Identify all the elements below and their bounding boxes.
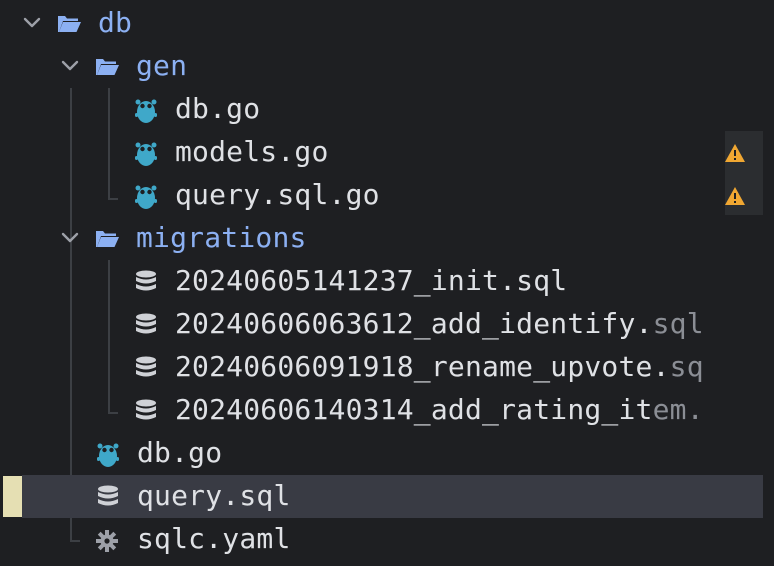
file-label: sqlc.yaml: [137, 522, 291, 555]
file-label: 20240606140314_add_rating_item.: [175, 393, 704, 426]
chevron-down-icon[interactable]: [59, 55, 81, 77]
tree-row-file[interactable]: 20240606140314_add_rating_item.: [0, 389, 763, 432]
database-icon: [95, 484, 121, 510]
file-label: query.sql: [137, 479, 291, 512]
tree-row-file[interactable]: query.sql.go: [0, 174, 763, 217]
tree-row-file[interactable]: 20240605141237_init.sql: [0, 260, 763, 303]
file-label: db.go: [137, 436, 223, 469]
folder-label-gen: gen: [136, 49, 188, 82]
gear-icon: [95, 529, 121, 555]
folder-open-icon: [94, 226, 120, 252]
tree-row-file[interactable]: db.go: [0, 88, 763, 131]
database-icon: [133, 269, 159, 295]
tree-row-file[interactable]: models.go: [0, 131, 763, 174]
selection-marker: [3, 476, 22, 517]
tree-row-file[interactable]: 20240606063612_add_identify.sql: [0, 303, 763, 346]
folder-label-db: db: [98, 6, 133, 39]
project-file-tree: db gen db.go models.go query.sql.go migr…: [0, 0, 774, 566]
gopher-icon: [133, 140, 159, 166]
file-label: query.sql.go: [175, 178, 380, 211]
tree-row-db-folder[interactable]: db: [0, 2, 763, 45]
database-icon: [133, 398, 159, 424]
file-label: 20240606063612_add_identify.sql: [175, 307, 704, 340]
file-label: db.go: [175, 92, 261, 125]
warning-icon[interactable]: [724, 186, 746, 206]
file-label: 20240605141237_init.sql: [175, 264, 568, 297]
file-label: 20240606091918_rename_upvote.sq: [175, 350, 704, 383]
warning-icon[interactable]: [724, 143, 746, 163]
tree-row-gen-folder[interactable]: gen: [0, 45, 763, 88]
tree-row-file[interactable]: 20240606091918_rename_upvote.sq: [0, 346, 763, 389]
gopher-icon: [95, 441, 121, 467]
chevron-down-icon[interactable]: [59, 227, 81, 249]
chevron-down-icon[interactable]: [21, 12, 43, 34]
database-icon: [133, 355, 159, 381]
folder-open-icon: [56, 11, 82, 37]
gopher-icon: [133, 97, 159, 123]
tree-row-migrations-folder[interactable]: migrations: [0, 217, 763, 260]
tree-row-file[interactable]: db.go: [0, 432, 763, 475]
folder-open-icon: [94, 54, 120, 80]
gopher-icon: [133, 183, 159, 209]
database-icon: [133, 312, 159, 338]
folder-label-migrations: migrations: [136, 221, 307, 254]
tree-row-file-selected[interactable]: query.sql: [22, 475, 763, 518]
tree-row-file[interactable]: sqlc.yaml: [0, 518, 763, 561]
file-label: models.go: [175, 135, 329, 168]
